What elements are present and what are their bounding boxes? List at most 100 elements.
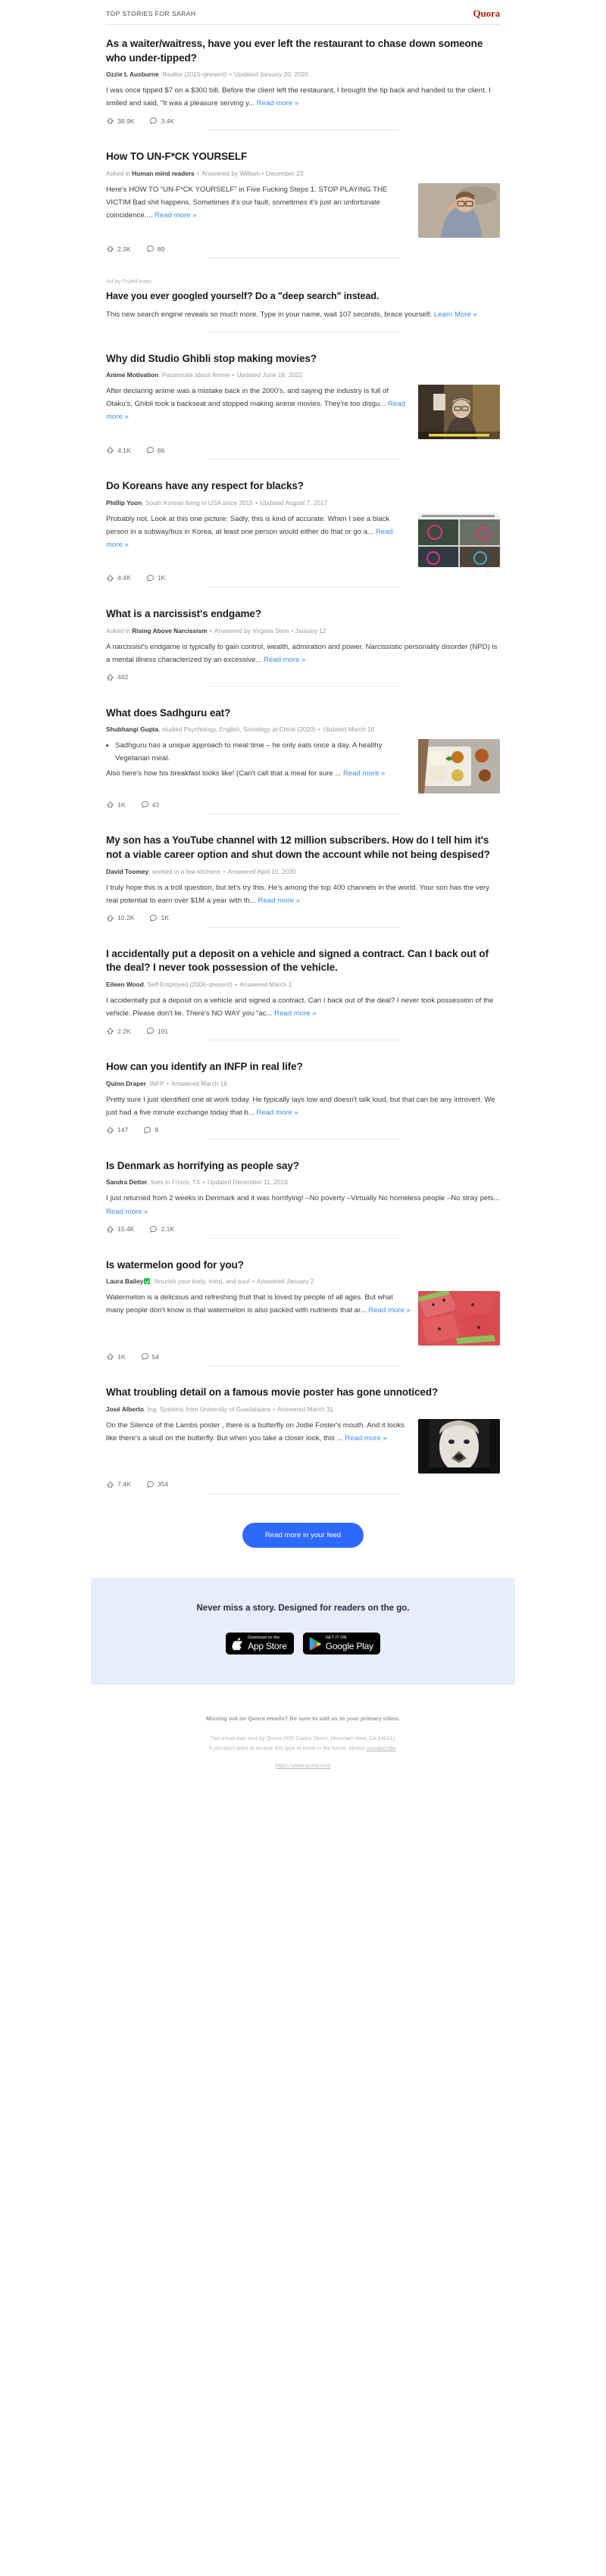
story-author[interactable]: Rising Above Narcissism	[132, 627, 207, 635]
story-title[interactable]: My son has a YouTube channel with 12 mil…	[106, 834, 500, 862]
read-more-link[interactable]: Read more »	[274, 1009, 316, 1018]
upvote-stat[interactable]: 2.3K	[106, 245, 131, 253]
story-card[interactable]: What is a narcissist's endgame? Asked in …	[106, 595, 500, 694]
ad-title[interactable]: Have you ever googled yourself? Do a "de…	[106, 290, 500, 304]
story-author[interactable]: José Alberto	[106, 1405, 144, 1413]
read-more-link[interactable]: Read more »	[368, 1306, 410, 1315]
quora-logo[interactable]: Quora	[473, 8, 501, 20]
story-title[interactable]: Is Denmark as horrifying as people say?	[106, 1159, 500, 1174]
upvote-stat[interactable]: 10.2K	[106, 914, 134, 922]
google-play-badge[interactable]: GET IT ON Google Play	[302, 1632, 380, 1655]
comment-stat[interactable]: 8	[143, 1126, 158, 1134]
story-thumbnail[interactable]	[418, 1418, 500, 1474]
upvote-icon[interactable]	[106, 914, 114, 922]
story-author[interactable]: Shubhangi Gupta	[106, 725, 158, 733]
story-thumbnail[interactable]	[418, 512, 500, 567]
story-author[interactable]: David Toomey	[106, 868, 148, 875]
upvote-stat[interactable]: 4.1K	[106, 446, 131, 454]
upvote-icon[interactable]	[106, 117, 114, 125]
upvote-stat[interactable]: 1K	[106, 1352, 126, 1361]
story-card[interactable]: As a waiter/waitress, have you ever left…	[106, 25, 500, 138]
read-more-link[interactable]: Read more »	[343, 769, 385, 778]
comment-stat[interactable]: 43	[141, 800, 159, 809]
upvote-stat[interactable]: 4.4K	[106, 574, 131, 582]
upvote-icon[interactable]	[106, 1225, 114, 1233]
quora-url-link[interactable]: https://www.quora.com	[276, 1762, 331, 1769]
upvote-icon[interactable]	[106, 446, 114, 454]
story-thumbnail[interactable]	[418, 183, 500, 239]
story-title[interactable]: Do Koreans have any respect for blacks?	[106, 479, 500, 494]
story-title[interactable]: What troubling detail on a famous movie …	[106, 1386, 500, 1400]
story-title[interactable]: What is a narcissist's endgame?	[106, 607, 500, 622]
comment-icon[interactable]	[146, 1027, 155, 1035]
story-thumbnail[interactable]	[418, 739, 500, 794]
comment-icon[interactable]	[149, 1225, 158, 1233]
story-title[interactable]: How can you identify an INFP in real lif…	[106, 1060, 500, 1074]
story-author[interactable]: Eileen Wood	[106, 981, 144, 988]
read-more-link[interactable]: Read more »	[256, 1109, 298, 1117]
comment-stat[interactable]: 354	[146, 1480, 168, 1489]
read-more-link[interactable]: Read more »	[264, 656, 305, 664]
story-author[interactable]: Phillip Yoon	[106, 499, 142, 507]
comment-icon[interactable]	[141, 1352, 149, 1361]
sponsored-ad-card[interactable]: Ad by TruthFinder. Have you ever googled …	[106, 266, 500, 340]
story-title[interactable]: Is watermelon good for you?	[106, 1258, 500, 1273]
comment-icon[interactable]	[146, 1480, 155, 1489]
read-more-in-feed-button[interactable]: Read more in your feed	[242, 1522, 364, 1548]
comment-icon[interactable]	[146, 245, 155, 253]
comment-stat[interactable]: 3.4K	[149, 117, 174, 125]
story-author[interactable]: Anime Motivation	[106, 371, 158, 379]
read-more-link[interactable]: Read more »	[258, 897, 300, 905]
story-card[interactable]: I accidentally put a deposit on a vehicl…	[106, 935, 500, 1048]
upvote-icon[interactable]	[106, 1352, 114, 1361]
story-card[interactable]: Is watermelon good for you? Laura Bailey,…	[106, 1246, 500, 1374]
story-author[interactable]: Sandra Detter	[106, 1178, 147, 1186]
comment-icon[interactable]	[149, 117, 158, 125]
upvote-stat[interactable]: 38.9K	[106, 117, 134, 125]
learn-more-link[interactable]: Learn More »	[434, 310, 477, 319]
upvote-stat[interactable]: 7.4K	[106, 1480, 131, 1489]
story-author[interactable]: Ozzie L Ausburne	[106, 70, 159, 78]
comment-stat[interactable]: 191	[146, 1027, 168, 1035]
story-card[interactable]: My son has a YouTube channel with 12 mil…	[106, 822, 500, 934]
read-more-link[interactable]: Read more »	[155, 211, 196, 220]
story-author[interactable]: Quinn Draper	[106, 1080, 146, 1087]
comment-icon[interactable]	[141, 800, 149, 809]
comment-icon[interactable]	[143, 1126, 152, 1134]
comment-stat[interactable]: 54	[141, 1352, 159, 1361]
upvote-icon[interactable]	[106, 245, 114, 253]
upvote-stat[interactable]: 2.2K	[106, 1027, 131, 1035]
comment-icon[interactable]	[146, 446, 155, 454]
upvote-icon[interactable]	[106, 673, 114, 681]
story-card[interactable]: What troubling detail on a famous movie …	[106, 1374, 500, 1502]
comment-stat[interactable]: 89	[146, 245, 164, 253]
read-more-link[interactable]: Read more »	[345, 1434, 386, 1442]
story-title[interactable]: I accidentally put a deposit on a vehicl…	[106, 947, 500, 975]
upvote-icon[interactable]	[106, 800, 114, 809]
story-thumbnail[interactable]	[418, 385, 500, 440]
story-title[interactable]: How TO UN-F*CK YOURSELF	[106, 150, 500, 164]
story-card[interactable]: How can you identify an INFP in real lif…	[106, 1048, 500, 1147]
story-thumbnail[interactable]	[418, 1291, 500, 1346]
comment-stat[interactable]: 1K	[146, 574, 165, 582]
comment-stat[interactable]: 1K	[149, 914, 169, 922]
story-card[interactable]: Do Koreans have any respect for blacks? P…	[106, 467, 500, 595]
upvote-icon[interactable]	[106, 574, 114, 582]
story-card[interactable]: What does Sadhguru eat? Shubhangi Gupta, …	[106, 694, 500, 822]
story-card[interactable]: Why did Studio Ghibli stop making movies…	[106, 340, 500, 468]
read-more-link[interactable]: Read more »	[106, 1208, 148, 1216]
comment-stat[interactable]: 86	[146, 446, 164, 454]
upvote-icon[interactable]	[106, 1126, 114, 1134]
story-title[interactable]: What does Sadhguru eat?	[106, 706, 500, 721]
upvote-stat[interactable]: 147	[106, 1126, 128, 1134]
story-card[interactable]: How TO UN-F*CK YOURSELF Asked in Human mi…	[106, 138, 500, 266]
upvote-stat[interactable]: 15.4K	[106, 1225, 134, 1233]
story-author[interactable]: Laura Bailey	[106, 1277, 143, 1285]
read-more-link[interactable]: Read more »	[257, 99, 298, 108]
unsubscribe-link[interactable]: unsubscribe	[367, 1745, 396, 1751]
comment-icon[interactable]	[146, 574, 155, 582]
comment-stat[interactable]: 2.1K	[149, 1225, 174, 1233]
story-title[interactable]: As a waiter/waitress, have you ever left…	[106, 37, 500, 65]
story-card[interactable]: Is Denmark as horrifying as people say? S…	[106, 1147, 500, 1246]
upvote-icon[interactable]	[106, 1480, 114, 1489]
